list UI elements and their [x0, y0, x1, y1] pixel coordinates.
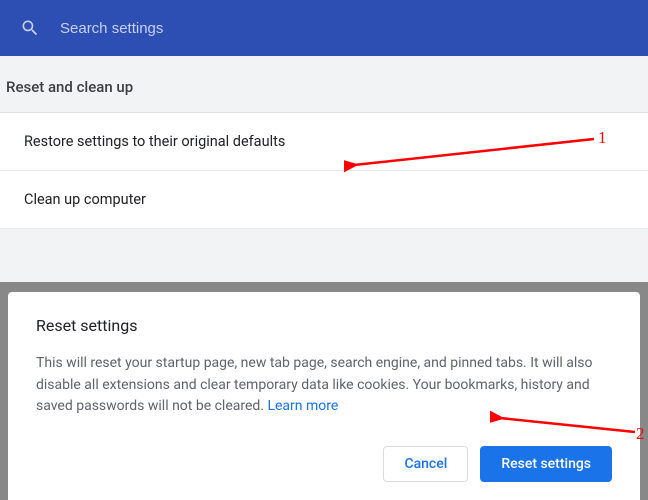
cancel-button[interactable]: Cancel [383, 446, 468, 482]
search-input[interactable] [60, 20, 628, 37]
dialog-overlay: Reset settings This will reset your star… [0, 282, 648, 500]
reset-settings-dialog: Reset settings This will reset your star… [8, 292, 640, 500]
annotation-number-1: 1 [598, 128, 607, 148]
annotation-number-2: 2 [636, 424, 645, 444]
learn-more-link[interactable]: Learn more [267, 398, 338, 414]
search-icon [20, 18, 40, 38]
reset-settings-button[interactable]: Reset settings [480, 446, 612, 482]
settings-list: Restore settings to their original defau… [0, 112, 648, 229]
settings-item-restore-defaults[interactable]: Restore settings to their original defau… [0, 113, 648, 171]
settings-item-clean-up[interactable]: Clean up computer [0, 171, 648, 229]
dialog-actions: Cancel Reset settings [36, 446, 612, 482]
dialog-title: Reset settings [36, 316, 612, 335]
dialog-body: This will reset your startup page, new t… [36, 353, 612, 418]
section-title: Reset and clean up [0, 56, 648, 112]
search-bar [0, 0, 648, 56]
